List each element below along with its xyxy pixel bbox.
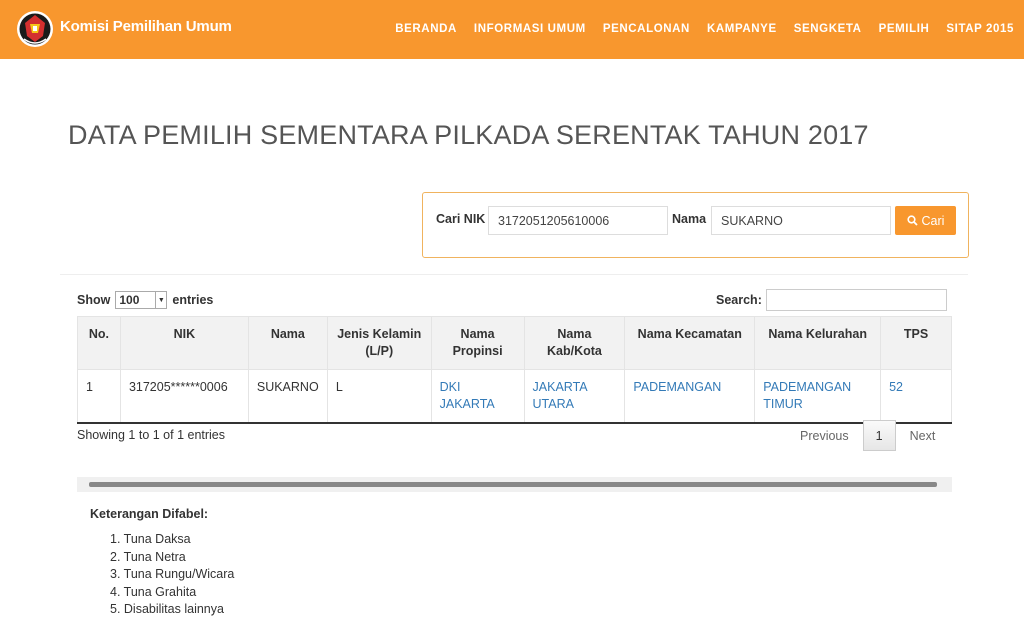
col-nik[interactable]: NIK	[119, 316, 249, 370]
cell-kecamatan-link[interactable]: PADEMANGAN	[624, 369, 756, 424]
col-kabkota[interactable]: Nama Kab/Kota	[523, 316, 626, 370]
col-jenis-kelamin[interactable]: Jenis Kelamin (L/P)	[326, 316, 432, 370]
search-icon	[906, 215, 918, 226]
table-row: 1 317205******0006 SUKARNO L DKI JAKARTA…	[77, 369, 952, 424]
voter-table: No. NIK Nama Jenis Kelamin (L/P) Nama Prop…	[77, 316, 952, 424]
pagination: Previous 1 Next	[788, 420, 947, 451]
col-kecamatan[interactable]: Nama Kecamatan	[624, 316, 756, 370]
cell-jk: L	[326, 369, 432, 424]
table-search-label: Search:	[716, 293, 762, 307]
list-item: 1. Tuna Daksa	[110, 532, 191, 546]
length-control: Show 100 ▼ entries	[77, 291, 213, 309]
entries-select[interactable]: 100 ▼	[115, 291, 168, 309]
nav-sitap-2015[interactable]: SITAP 2015	[946, 23, 1014, 35]
cell-tps-link[interactable]: 52	[880, 369, 952, 424]
list-item: 4. Tuna Grahita	[110, 584, 197, 599]
search-panel: Cari NIK 3172051205610006 Nama SUKARNO C…	[422, 192, 969, 258]
top-navbar: Komisi Pemilihan Umum BERANDA INFORMASI …	[0, 0, 1024, 59]
cari-button[interactable]: Cari	[895, 206, 956, 235]
col-tps[interactable]: TPS	[880, 316, 952, 370]
keterangan-list: 1. Tuna Daksa 2. Tuna Netra 3. Tuna Rung…	[110, 531, 234, 619]
divider	[60, 274, 968, 275]
cell-nama: SUKARNO	[247, 369, 328, 424]
chevron-down-icon: ▼	[155, 292, 166, 308]
previous-button[interactable]: Previous	[788, 429, 863, 443]
col-no[interactable]: No.	[77, 316, 121, 370]
table-info: Showing 1 to 1 of 1 entries	[77, 428, 226, 442]
page-1-button[interactable]: 1	[862, 420, 896, 451]
brand-title[interactable]: Komisi Pemilihan Umum	[60, 18, 232, 35]
nama-label: Nama	[672, 212, 707, 226]
keterangan-title: Keterangan Difabel:	[90, 507, 209, 521]
nav-pencalonan[interactable]: PENCALONAN	[603, 23, 690, 35]
kpu-logo[interactable]	[16, 9, 54, 49]
main-nav: BERANDA INFORMASI UMUM PENCALONAN KAMPAN…	[378, 23, 1014, 35]
entries-value: 100	[119, 293, 140, 307]
cari-button-label: Cari	[921, 213, 945, 228]
show-label: Show	[77, 293, 111, 307]
nav-sengketa[interactable]: SENGKETA	[794, 23, 862, 35]
nav-beranda[interactable]: BERANDA	[395, 23, 457, 35]
cell-propinsi-link[interactable]: DKI JAKARTA	[430, 369, 525, 424]
nama-input[interactable]: SUKARNO	[711, 206, 891, 235]
nav-informasi-umum[interactable]: INFORMASI UMUM	[474, 23, 586, 35]
list-item: 2. Tuna Netra	[110, 549, 186, 564]
nik-label: Cari NIK	[436, 212, 486, 226]
nav-kampanye[interactable]: KAMPANYE	[707, 23, 777, 35]
cell-no: 1	[77, 369, 121, 424]
col-nama[interactable]: Nama	[247, 316, 328, 370]
col-propinsi[interactable]: Nama Propinsi	[430, 316, 525, 370]
list-item: 5. Disabilitas lainnya	[110, 602, 224, 616]
next-button[interactable]: Next	[896, 429, 948, 443]
cell-nik: 317205******0006	[119, 369, 249, 424]
page-title: DATA PEMILIH SEMENTARA PILKADA SERENTAK …	[68, 120, 869, 150]
col-kelurahan[interactable]: Nama Kelurahan	[754, 316, 882, 370]
nik-input[interactable]: 3172051205610006	[488, 206, 668, 235]
entries-label: entries	[172, 293, 214, 307]
nav-pemilih[interactable]: PEMILIH	[879, 23, 930, 35]
cell-kelurahan-link[interactable]: PADEMANGAN TIMUR	[754, 369, 882, 424]
table-header-row: No. NIK Nama Jenis Kelamin (L/P) Nama Prop…	[77, 316, 952, 370]
cell-kabkota-link[interactable]: JAKARTA UTARA	[523, 369, 626, 424]
scrollbar-thumb[interactable]	[89, 482, 937, 487]
list-item: 3. Tuna Rungu/Wicara	[110, 567, 235, 581]
horizontal-scrollbar[interactable]	[77, 477, 952, 492]
table-search-input[interactable]	[766, 289, 947, 311]
